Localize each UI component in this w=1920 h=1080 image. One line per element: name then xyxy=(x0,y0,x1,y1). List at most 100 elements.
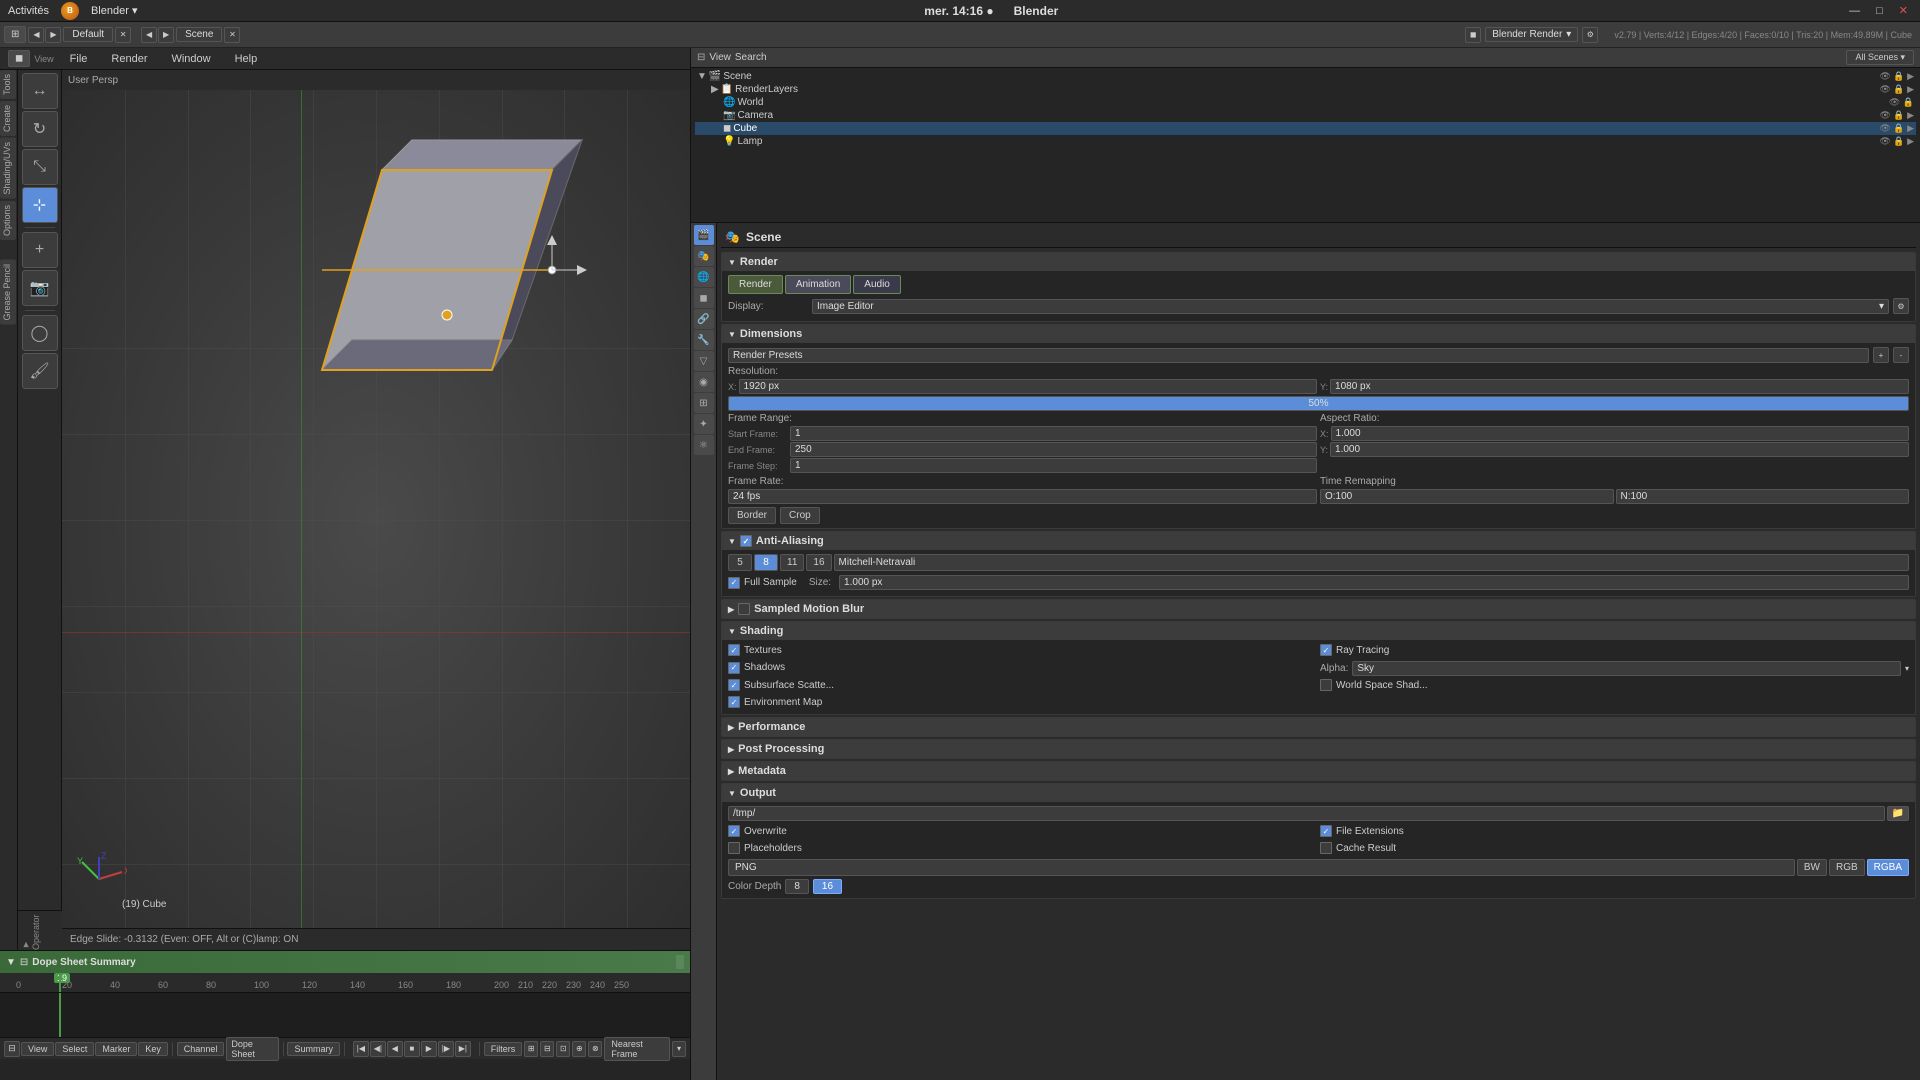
ray-tracing-check[interactable] xyxy=(1320,644,1332,656)
render-presets-dropdown[interactable]: Render Presets xyxy=(728,348,1869,363)
outliner-cube[interactable]: ◼ Cube 👁 🔒 ▶ xyxy=(695,122,1916,135)
full-sample-check[interactable] xyxy=(728,577,740,589)
outliner-lamp[interactable]: 💡 Lamp 👁 🔒 ▶ xyxy=(695,135,1916,148)
tab-options[interactable]: Options xyxy=(0,201,16,240)
workspace-close-btn[interactable]: ✕ xyxy=(115,27,131,43)
meta-header[interactable]: ▶ Metadata xyxy=(722,762,1915,780)
envmap-check[interactable] xyxy=(728,696,740,708)
add-tool[interactable]: + xyxy=(22,232,58,268)
nearest-frame-btn[interactable]: Nearest Frame xyxy=(604,1037,670,1061)
aa-header[interactable]: ▼ Anti-Aliasing xyxy=(722,532,1915,550)
camera-tool[interactable]: 📷 xyxy=(22,270,58,306)
start-frame-field[interactable]: 1 xyxy=(790,426,1317,441)
output-path-field[interactable]: /tmp/ xyxy=(728,806,1885,821)
jump-start-btn[interactable]: |◀ xyxy=(353,1041,369,1057)
tab-tools[interactable]: Tools xyxy=(0,70,16,99)
collapse-arrow[interactable]: ▼ xyxy=(6,957,16,968)
aa-11-btn[interactable]: 11 xyxy=(780,554,804,571)
file-ext-check[interactable] xyxy=(1320,825,1332,837)
workspace-nav[interactable]: ◀ ▶ xyxy=(28,27,61,43)
blender-logo[interactable]: B xyxy=(61,2,79,20)
rotate-tool[interactable]: ↻ xyxy=(22,111,58,147)
aa-16-btn[interactable]: 16 xyxy=(806,554,831,571)
outliner-camera[interactable]: 📷 Camera 👁 🔒 ▶ xyxy=(695,109,1916,122)
jump-end-btn[interactable]: ▶| xyxy=(455,1041,471,1057)
bw-btn[interactable]: BW xyxy=(1797,859,1827,876)
blender-menu-label[interactable]: Blender ▾ xyxy=(91,4,138,17)
aa-algorithm-dropdown[interactable]: Mitchell-Netravali xyxy=(834,554,1909,571)
presets-add-btn[interactable]: + xyxy=(1873,347,1889,363)
sss-check[interactable] xyxy=(728,679,740,691)
scene-nav[interactable]: ◀ ▶ xyxy=(141,27,174,43)
maximize-btn[interactable]: □ xyxy=(1872,5,1887,17)
dim-header[interactable]: ▼ Dimensions xyxy=(722,325,1915,343)
material-props-icon[interactable]: ◉ xyxy=(694,372,714,392)
modifier-props-icon[interactable]: 🔧 xyxy=(694,330,714,350)
cache-result-check[interactable] xyxy=(1320,842,1332,854)
viewport-canvas[interactable]: X Y Z (19) Cube xyxy=(62,90,690,950)
prev-scene-btn[interactable]: ◀ xyxy=(141,27,157,43)
search-label[interactable]: Search xyxy=(735,52,767,63)
color-depth-8-btn[interactable]: 8 xyxy=(785,879,809,894)
output-header[interactable]: ▼ Output xyxy=(722,784,1915,802)
aa-checkbox[interactable] xyxy=(740,535,752,547)
pp-header[interactable]: ▶ Post Processing xyxy=(722,740,1915,758)
shading-header[interactable]: ▼ Shading xyxy=(722,622,1915,640)
circle-select[interactable]: ◯ xyxy=(22,315,58,351)
render-props-icon[interactable]: 🎬 xyxy=(694,225,714,245)
aa-sample-btns[interactable]: 5 8 11 16 Mitchell-Netravali xyxy=(728,554,1909,571)
stop-btn[interactable]: ■ xyxy=(404,1041,420,1057)
tl-extra2[interactable]: ⊟ xyxy=(540,1041,554,1057)
timeline-tracks[interactable] xyxy=(0,993,690,1037)
rgba-btn[interactable]: RGBA xyxy=(1867,859,1909,876)
perf-header[interactable]: ▶ Performance xyxy=(722,718,1915,736)
world-icons[interactable]: 👁 🔒 xyxy=(1889,97,1914,108)
help-menu-btn[interactable]: Help xyxy=(227,51,266,67)
timeline-resize-handle[interactable] xyxy=(676,955,684,969)
camera-icons[interactable]: 👁 🔒 ▶ xyxy=(1879,110,1914,121)
step-frame-field[interactable]: 1 xyxy=(790,458,1317,473)
engine-settings-btn[interactable]: ⚙ xyxy=(1582,27,1598,43)
end-frame-field[interactable]: 250 xyxy=(790,442,1317,457)
shadows-check[interactable] xyxy=(728,662,740,674)
play-back-btn[interactable]: ◀ xyxy=(387,1041,403,1057)
scale-tool[interactable]: ⤡ xyxy=(22,149,58,185)
dopesheet-select[interactable]: Dope Sheet xyxy=(226,1037,278,1061)
tab-shading[interactable]: Shading/UVs xyxy=(0,138,16,199)
asp-y-field[interactable]: 1.000 xyxy=(1330,442,1909,457)
color-depth-16-btn[interactable]: 16 xyxy=(813,879,842,894)
res-percent-field[interactable]: 50% xyxy=(728,396,1909,411)
wss-check[interactable] xyxy=(1320,679,1332,691)
data-props-icon[interactable]: ▽ xyxy=(694,351,714,371)
particle-props-icon[interactable]: ✦ xyxy=(694,414,714,434)
physics-props-icon[interactable]: ⚛ xyxy=(694,435,714,455)
tr-n-field[interactable]: N:100 xyxy=(1616,489,1910,504)
tl-extra4[interactable]: ⊕ xyxy=(572,1041,586,1057)
render-menu-btn[interactable]: Render xyxy=(103,51,155,67)
crop-btn[interactable]: Crop xyxy=(780,507,820,524)
smb-checkbox[interactable] xyxy=(738,603,750,615)
tl-extra1[interactable]: ⊞ xyxy=(524,1041,538,1057)
presets-del-btn[interactable]: - xyxy=(1893,347,1909,363)
tl-key-btn[interactable]: Key xyxy=(138,1042,168,1056)
tl-view-btn[interactable]: View xyxy=(21,1042,54,1056)
window-menu-btn[interactable]: Window xyxy=(163,51,218,67)
tl-channel-btn[interactable]: Channel xyxy=(177,1042,225,1056)
overwrite-check[interactable] xyxy=(728,825,740,837)
rgb-btn[interactable]: RGB xyxy=(1829,859,1865,876)
tl-extra6[interactable]: ▾ xyxy=(672,1041,686,1057)
placeholders-check[interactable] xyxy=(728,842,740,854)
alpha-dropdown[interactable]: Sky xyxy=(1352,661,1901,676)
smb-header[interactable]: ▶ Sampled Motion Blur xyxy=(722,600,1915,618)
render-section-header[interactable]: ▼ Render xyxy=(722,253,1915,271)
asp-x-field[interactable]: 1.000 xyxy=(1331,426,1909,441)
minimize-btn[interactable]: — xyxy=(1845,5,1864,17)
res-y-field[interactable]: 1080 px xyxy=(1330,379,1909,394)
animation-btn[interactable]: Animation xyxy=(785,275,851,294)
prev-workspace-btn[interactable]: ◀ xyxy=(28,27,44,43)
render-anim-btns[interactable]: Render Animation Audio xyxy=(728,275,1909,294)
file-menu-btn[interactable]: File xyxy=(62,51,96,67)
tl-summary-btn[interactable]: Summary xyxy=(287,1042,340,1056)
tab-grease-pencil[interactable]: Grease Pencil xyxy=(0,260,16,325)
aa-5-btn[interactable]: 5 xyxy=(728,554,752,571)
